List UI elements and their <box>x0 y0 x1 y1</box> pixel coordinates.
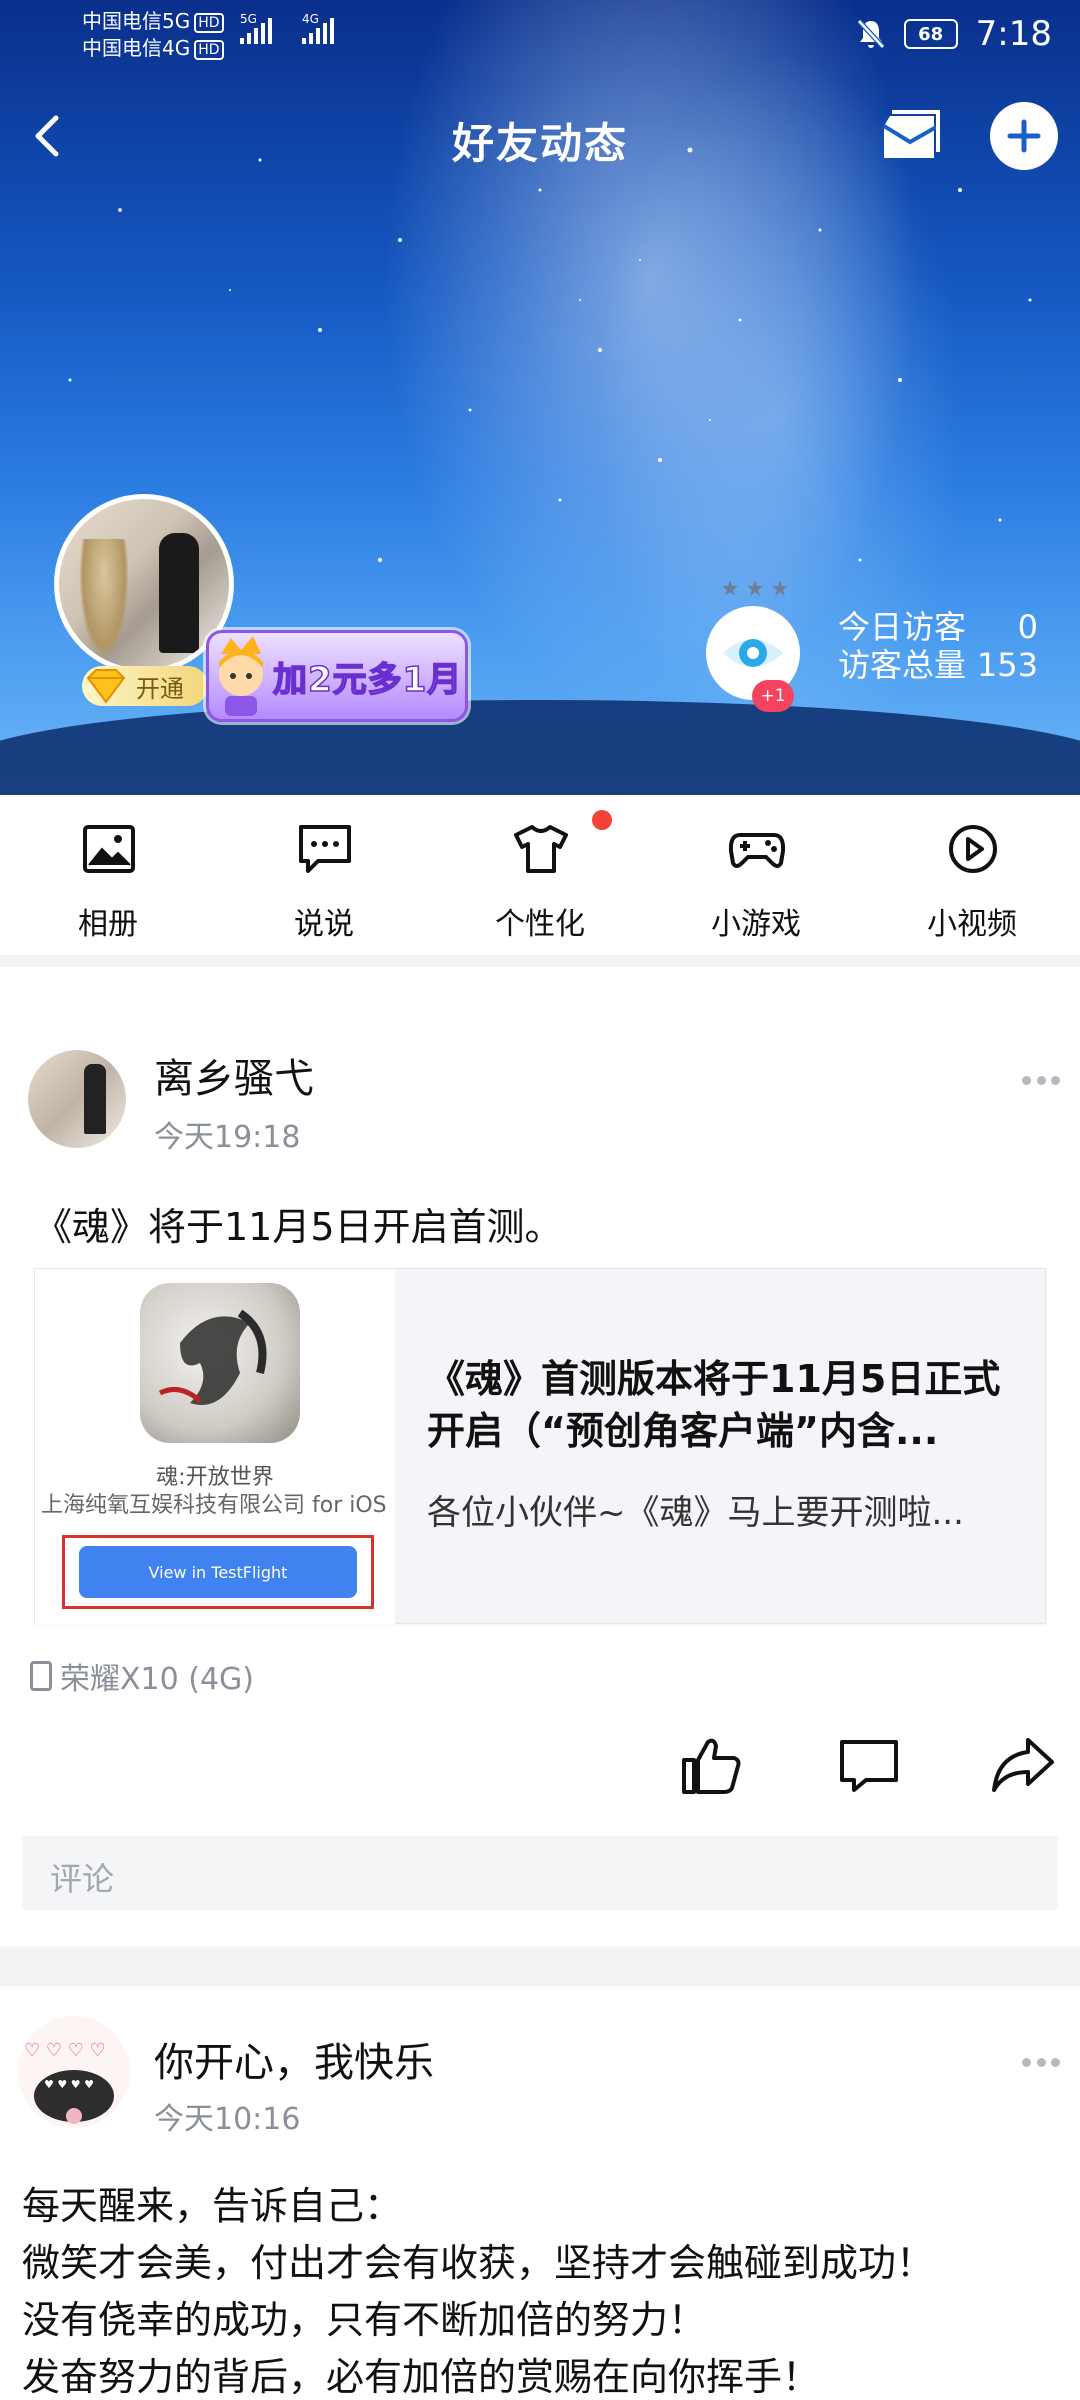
like-icon[interactable] <box>678 1732 744 1798</box>
mascot-icon <box>219 636 263 716</box>
tshirt-icon <box>514 825 568 873</box>
promo-text: 加2元多1月 <box>272 659 463 701</box>
bell-muted-icon <box>856 19 885 49</box>
carrier-2: 中国电信4G <box>82 36 191 60</box>
carrier-info: 中国电信5G HD 中国电信4G HD <box>82 8 224 62</box>
today-visitors-value: 0 <box>1017 608 1038 646</box>
svg-text:♡ ♡ ♡ ♡: ♡ ♡ ♡ ♡ <box>24 2040 106 2061</box>
vip-promo-banner[interactable]: 加2元多1月 <box>206 630 468 722</box>
total-visitors-label: 访客总量 <box>838 646 967 684</box>
nav-item-games[interactable]: 小游戏 <box>648 795 864 955</box>
top-nav-bar: 好友动态 <box>0 100 1080 180</box>
phone-icon <box>30 1661 52 1691</box>
post-username[interactable]: 离乡骚弋 <box>154 1046 314 1104</box>
today-visitors-label: 今日访客 <box>838 608 967 646</box>
post-avatar[interactable] <box>28 1050 126 1148</box>
testflight-highlight: View in TestFlight <box>62 1535 374 1609</box>
post-line: 没有侥幸的成功，只有不断加倍的努力！ <box>22 2298 707 2342</box>
vip-label: 开通 <box>136 674 184 703</box>
comment-icon[interactable] <box>836 1732 902 1798</box>
post-avatar[interactable]: ♡ ♡ ♡ ♡ ♥ ♥ ♥ ♥ <box>18 2016 130 2128</box>
battery-icon: 68 <box>903 19 958 49</box>
photo-album-icon <box>83 825 135 873</box>
play-circle-icon <box>949 825 997 873</box>
vip-open-button[interactable]: 开通 <box>82 666 208 706</box>
device-name: 荣耀X10 (4G) <box>60 1662 255 1697</box>
eye-icon <box>723 639 783 667</box>
visitor-stats[interactable]: 今日访客 0 访客总量 153 <box>838 608 1038 684</box>
chat-bubble-icon <box>299 825 351 873</box>
card-description: 各位小伙伴~《魂》马上要开测啦... <box>427 1493 964 1533</box>
messages-icon[interactable] <box>880 108 944 166</box>
post-text: 《魂》将于11月5日开启首测。 <box>34 1205 563 1249</box>
clock: 7:18 <box>975 14 1052 54</box>
post-line: 微笑才会美，付出才会有收获，坚持才会触碰到成功！ <box>22 2241 935 2285</box>
testflight-button: View in TestFlight <box>79 1546 357 1598</box>
total-visitors-value: 153 <box>976 646 1038 684</box>
post-line: 每天醒来，告诉自己： <box>22 2184 403 2228</box>
nav-label-moments: 说说 <box>294 907 354 942</box>
nav-label-games: 小游戏 <box>711 907 801 942</box>
status-bar: 中国电信5G HD 中国电信4G HD 5G 4G 68 7:18 <box>0 0 1080 70</box>
post-username[interactable]: 你开心，我快乐 <box>154 2030 434 2088</box>
new-dot-badge <box>592 810 612 830</box>
post-time: 今天19:18 <box>154 1120 301 1155</box>
comment-input[interactable]: 评论 <box>22 1836 1058 1910</box>
post-text: 每天醒来，告诉自己： 微笑才会美，付出才会有收获，坚持才会触碰到成功！ 没有侥幸… <box>22 2178 934 2400</box>
gamepad-icon <box>728 833 786 868</box>
link-card[interactable]: 魂:开放世界 上海纯氧互娱科技有限公司 for iOS View in Test… <box>34 1268 1046 1625</box>
nav-label-album: 相册 <box>78 907 138 942</box>
add-button[interactable] <box>990 102 1058 170</box>
feature-nav: 相册 说说 个性化 小游戏 小视频 <box>0 795 1080 955</box>
diamond-icon <box>86 669 126 704</box>
app-icon <box>140 1283 300 1443</box>
nav-item-videos[interactable]: 小视频 <box>864 795 1080 955</box>
share-icon[interactable] <box>990 1732 1056 1798</box>
nav-label-videos: 小视频 <box>927 907 1017 942</box>
visitor-badge: +1 <box>752 680 794 712</box>
more-options-icon[interactable] <box>1022 1076 1060 1088</box>
divider <box>0 955 1080 967</box>
nav-item-album[interactable]: 相册 <box>0 795 216 955</box>
app-developer: 上海纯氧互娱科技有限公司 for iOS <box>41 1493 387 1518</box>
post-line: 发奋努力的背后，必有加倍的赏赐在向你挥手！ <box>22 2355 821 2399</box>
post-time: 今天10:16 <box>154 2102 301 2137</box>
more-options-icon[interactable] <box>1022 2058 1060 2070</box>
visitor-stars-icon <box>722 580 788 596</box>
divider <box>0 1946 1080 1986</box>
plus-icon <box>1007 119 1041 153</box>
nav-item-moments[interactable]: 说说 <box>216 795 432 955</box>
nav-label-personalize: 个性化 <box>495 907 585 942</box>
net-type-5g: 5G <box>240 12 257 26</box>
nav-item-personalize[interactable]: 个性化 <box>432 795 648 955</box>
signal-strength: 5G 4G <box>240 12 334 44</box>
post-device: 荣耀X10 (4G) <box>30 1654 254 1698</box>
hd-badge: HD <box>194 12 224 33</box>
net-type-4g: 4G <box>302 12 319 26</box>
card-title: 《魂》首测版本将于11月5日正式开启（“预创角客户端”内含... <box>427 1357 1001 1453</box>
svg-text:♥ ♥ ♥ ♥: ♥ ♥ ♥ ♥ <box>44 2078 94 2091</box>
carrier-1: 中国电信5G <box>82 9 191 33</box>
hd-badge: HD <box>194 39 224 60</box>
card-thumbnail: 魂:开放世界 上海纯氧互娱科技有限公司 for iOS View in Test… <box>35 1269 395 1625</box>
